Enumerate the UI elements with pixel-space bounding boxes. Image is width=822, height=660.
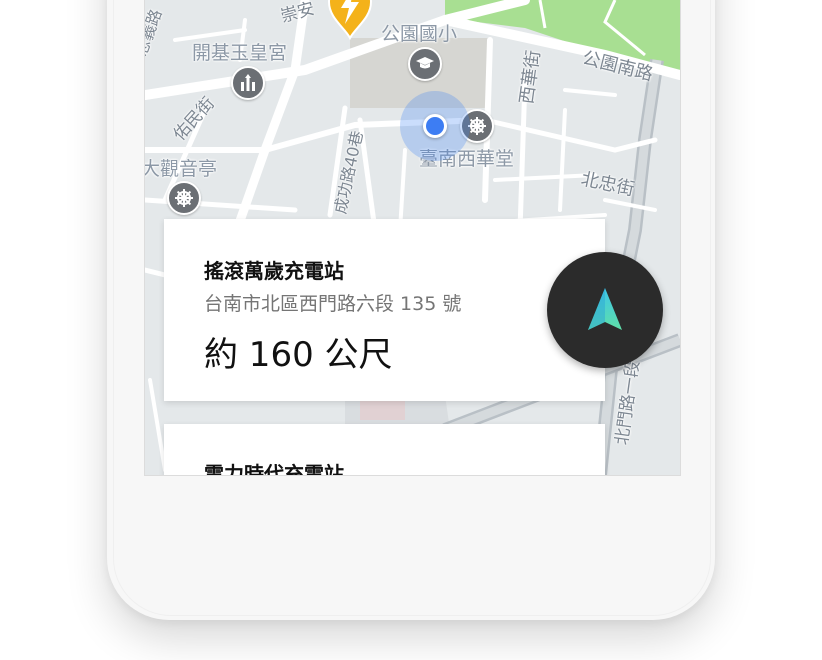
app-screen: 崇安 開基玉皇宮 公園國小 公園南路 西華街 佑民街 大觀音亭 臺南西華堂 北忠… [144, 0, 681, 476]
lightning-pin-icon[interactable] [325, 0, 375, 40]
station-card[interactable]: 搖滾萬歲充電站 台南市北區西門路六段 135 號 約 160 公尺 [164, 219, 605, 401]
station-name: 電力時代充電站 [204, 462, 344, 476]
map-label-kaiji-temple: 開基玉皇宮 [192, 42, 288, 64]
station-name: 搖滾萬歲充電站 [204, 259, 344, 283]
station-card[interactable]: 電力時代充電站 [164, 424, 605, 476]
navigate-button[interactable] [547, 252, 663, 368]
station-distance: 約 160 公尺 [204, 335, 393, 375]
station-address: 台南市北區西門路六段 135 號 [204, 293, 462, 315]
graduation-cap-icon[interactable] [408, 47, 442, 81]
map-label-daguanyin: 大觀音亭 [144, 158, 218, 180]
navigation-arrow-icon [588, 288, 622, 330]
dharma-wheel-icon[interactable] [167, 181, 201, 215]
map-label-school: 公園國小 [381, 23, 458, 45]
current-location-dot [423, 114, 447, 138]
temple-icon[interactable] [231, 66, 265, 100]
